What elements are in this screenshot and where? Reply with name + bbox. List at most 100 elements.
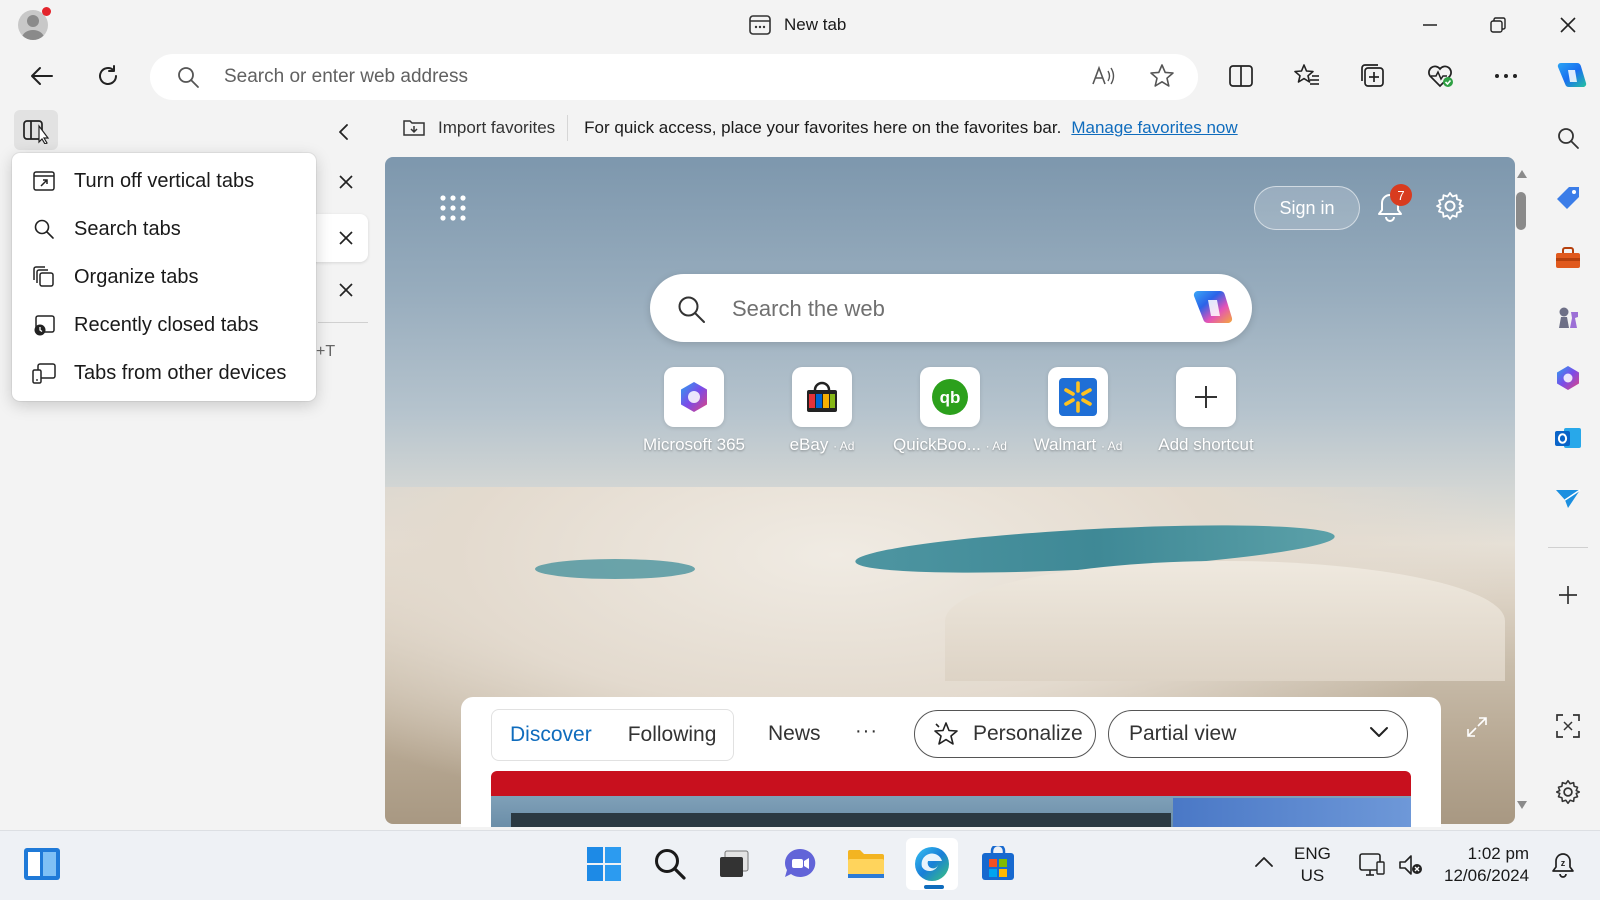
tab-close-button[interactable] <box>332 224 360 252</box>
browser-essentials-icon[interactable] <box>1420 56 1460 96</box>
shortcut-name: Microsoft 365 <box>642 435 746 454</box>
sidebar-search-icon[interactable] <box>1548 118 1588 158</box>
personalize-star-icon <box>933 721 959 747</box>
file-explorer-icon[interactable] <box>840 838 892 890</box>
close-window-button[interactable] <box>1548 8 1588 42</box>
walmart-icon <box>1048 367 1108 427</box>
shortcut-label: QuickBoo... · Ad <box>888 435 1012 455</box>
input-language-indicator[interactable]: ENG US <box>1294 843 1331 887</box>
microsoft-365-icon[interactable] <box>1548 358 1588 398</box>
tools-toolbox-icon[interactable] <box>1548 238 1588 278</box>
sign-in-button[interactable]: Sign in <box>1254 186 1360 230</box>
scroll-down-arrow[interactable] <box>1514 797 1530 813</box>
widgets-icon[interactable] <box>16 838 68 890</box>
more-options-button[interactable] <box>1486 56 1526 96</box>
start-windows-icon[interactable] <box>578 838 630 890</box>
menu-item-turn-off-vertical-tabs[interactable]: Turn off vertical tabs <box>12 157 316 205</box>
tab-actions-menu-button[interactable] <box>14 110 58 150</box>
notification-center-bell-icon[interactable]: z <box>1550 852 1576 878</box>
svg-text:z: z <box>1561 858 1566 868</box>
games-chess-icon[interactable] <box>1548 298 1588 338</box>
search-icon <box>676 294 706 324</box>
plus-icon <box>1176 367 1236 427</box>
read-aloud-icon[interactable] <box>1084 56 1124 96</box>
minimize-button[interactable] <box>1410 8 1450 42</box>
view-mode-select[interactable]: Partial view <box>1108 710 1408 758</box>
app-launcher-icon[interactable] <box>435 190 471 226</box>
personalize-button[interactable]: Personalize <box>914 710 1096 758</box>
system-clock[interactable]: 1:02 pm 12/06/2024 <box>1444 843 1529 887</box>
feed-more-button[interactable]: ··· <box>855 720 878 743</box>
add-shortcut-button[interactable]: Add shortcut <box>1144 367 1268 455</box>
scroll-up-arrow[interactable] <box>1514 166 1530 182</box>
shortcut-quickbooks[interactable]: qb QuickBoo... · Ad <box>888 367 1012 455</box>
menu-item-search-tabs[interactable]: Search tabs <box>12 205 316 253</box>
drop-send-icon[interactable] <box>1548 478 1588 518</box>
quickbooks-icon: qb <box>920 367 980 427</box>
feed-card-image-detail <box>1173 798 1411 827</box>
feed-tab-group: Discover Following <box>491 709 734 761</box>
web-search-box[interactable] <box>650 274 1252 342</box>
collapse-pane-button[interactable] <box>328 116 360 148</box>
volume-muted-icon[interactable] <box>1398 853 1424 877</box>
organize-tabs-icon <box>32 265 56 289</box>
tab-discover[interactable]: Discover <box>492 723 610 747</box>
menu-item-recently-closed-tabs[interactable]: Recently closed tabs <box>12 301 316 349</box>
vertical-tabs-off-icon <box>32 169 56 193</box>
taskbar-search-icon[interactable] <box>644 838 696 890</box>
favorites-button[interactable] <box>1287 56 1327 96</box>
favorite-star-button[interactable] <box>1142 56 1182 96</box>
favorites-bar-message: For quick access, place your favorites h… <box>584 118 1062 137</box>
teams-chat-icon[interactable] <box>774 838 826 890</box>
page-settings-gear-icon[interactable] <box>1430 186 1470 226</box>
expand-feed-icon[interactable] <box>1462 712 1492 742</box>
shortcut-microsoft-365[interactable]: Microsoft 365 <box>632 367 756 455</box>
menu-item-tabs-from-other-devices[interactable]: Tabs from other devices <box>12 349 316 397</box>
manage-favorites-link[interactable]: Manage favorites now <box>1071 118 1237 138</box>
profile-notification-dot <box>42 7 51 16</box>
view-mode-value: Partial view <box>1129 722 1237 745</box>
split-screen-button[interactable] <box>1221 56 1261 96</box>
shortcut-ebay[interactable]: eBay · Ad <box>760 367 884 455</box>
scrollbar-thumb[interactable] <box>1516 192 1526 230</box>
import-favorites-button[interactable]: Import favorites <box>390 115 569 141</box>
shortcut-label: eBay · Ad <box>760 435 884 455</box>
active-tab-title[interactable]: New tab <box>748 12 846 38</box>
tab-news[interactable]: News <box>768 722 821 746</box>
network-display-icon[interactable] <box>1358 852 1386 878</box>
feed-card-image[interactable] <box>491 771 1411 827</box>
address-input[interactable] <box>224 64 1004 90</box>
show-hidden-icons-chevron-up-icon[interactable] <box>1254 855 1274 869</box>
add-sidebar-app-plus-icon[interactable] <box>1548 575 1588 615</box>
sidebar-settings-gear-icon[interactable] <box>1548 772 1588 812</box>
menu-item-label: Tabs from other devices <box>74 361 287 384</box>
outlook-icon[interactable] <box>1548 418 1588 458</box>
tab-close-button[interactable] <box>332 168 360 196</box>
menu-item-label: Search tabs <box>74 217 181 240</box>
shortcut-name: Add shortcut <box>1158 435 1254 454</box>
shortcut-name: QuickBoo... <box>893 435 981 454</box>
tab-title-text: New tab <box>784 15 847 34</box>
edge-browser-icon[interactable] <box>906 838 958 890</box>
shortcut-walmart[interactable]: Walmart · Ad <box>1016 367 1140 455</box>
screenshot-capture-icon[interactable] <box>1548 706 1588 746</box>
copilot-icon[interactable] <box>1190 286 1236 332</box>
tab-close-button[interactable] <box>332 276 360 304</box>
shopping-tag-icon[interactable] <box>1548 178 1588 218</box>
menu-item-organize-tabs[interactable]: Organize tabs <box>12 253 316 301</box>
background-dune-ridge <box>945 561 1505 681</box>
active-app-indicator <box>924 885 944 889</box>
web-search-input[interactable] <box>732 294 1152 324</box>
restore-button[interactable] <box>1478 8 1518 42</box>
shortcut-label: Walmart · Ad <box>1016 435 1140 455</box>
microsoft-store-icon[interactable] <box>972 838 1024 890</box>
copilot-button[interactable] <box>1552 56 1592 96</box>
tab-following[interactable]: Following <box>610 723 735 747</box>
tab-actions-menu: Turn off vertical tabs Search tabs Organ… <box>12 153 316 401</box>
refresh-button[interactable] <box>88 56 128 96</box>
back-button[interactable] <box>22 56 62 96</box>
collections-button[interactable] <box>1353 56 1393 96</box>
menu-item-label: Recently closed tabs <box>74 313 259 336</box>
favorites-bar: Import favorites For quick access, place… <box>390 108 1238 148</box>
task-view-icon[interactable] <box>708 838 760 890</box>
